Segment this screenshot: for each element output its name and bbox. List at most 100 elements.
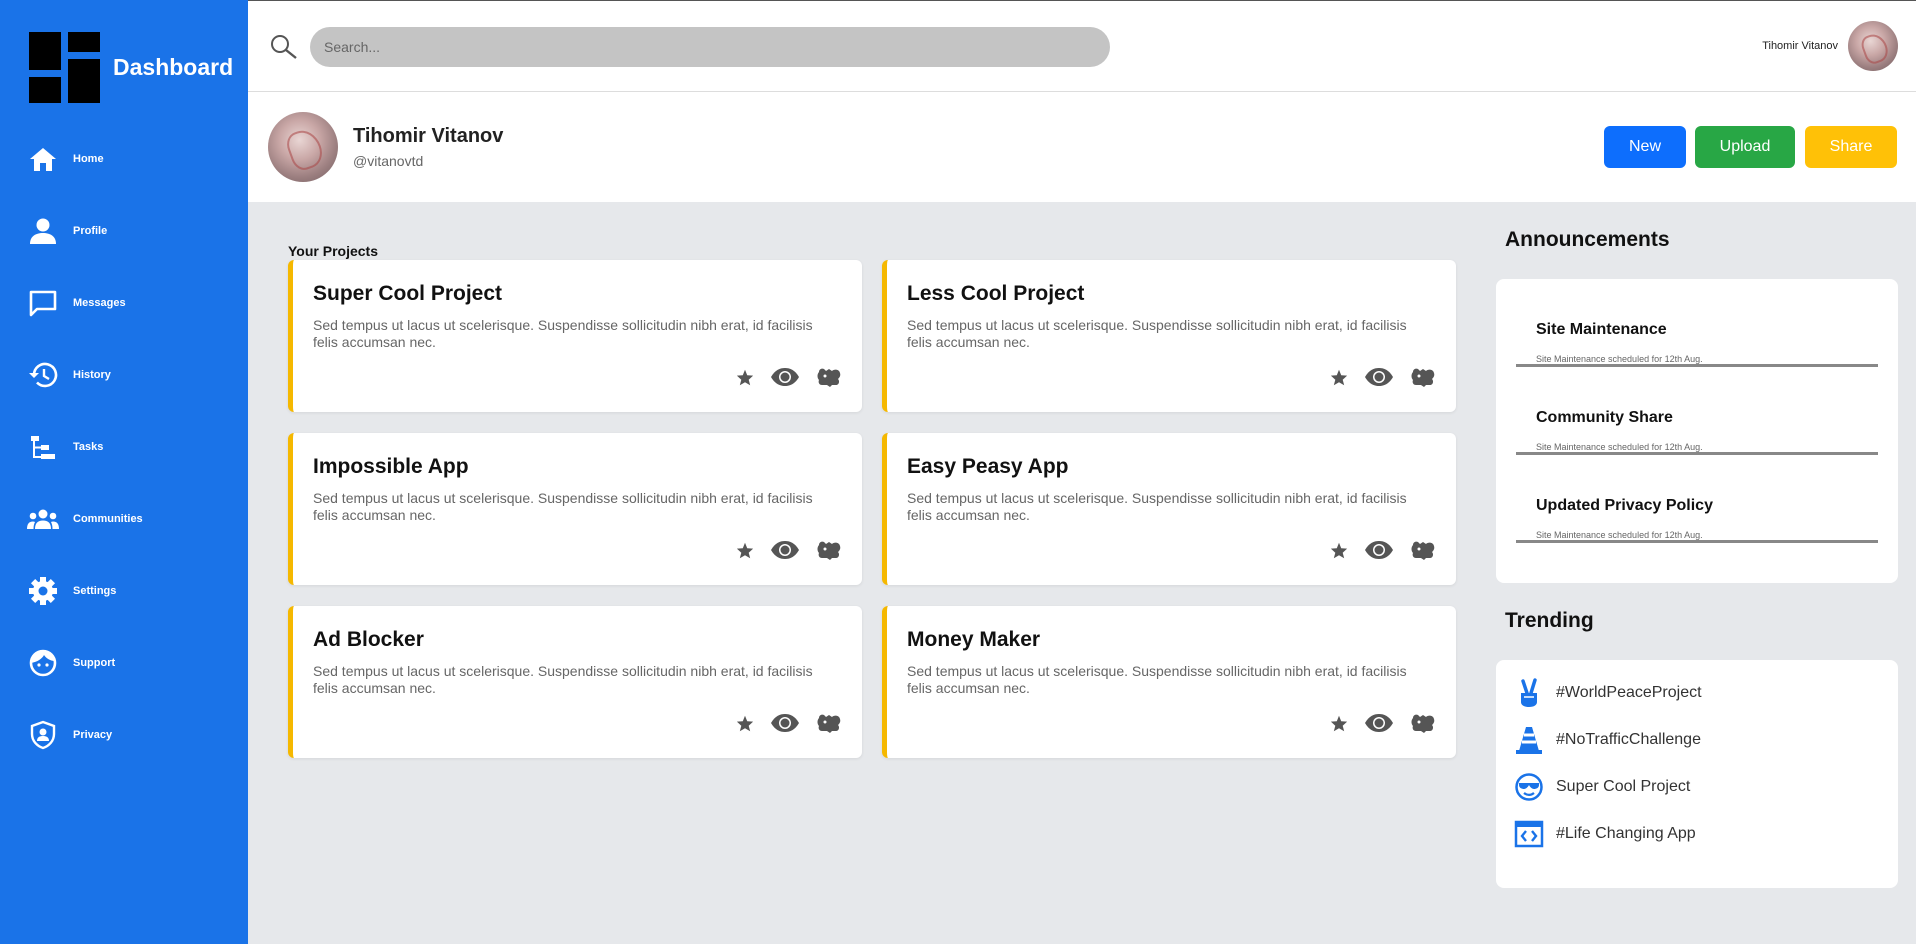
support-icon (27, 647, 59, 679)
upload-button[interactable]: Upload (1695, 126, 1795, 168)
eye-icon[interactable] (770, 367, 800, 387)
star-icon[interactable] (736, 715, 754, 732)
sidebar-item-label: Tasks (73, 441, 104, 453)
sidebar-item-settings[interactable]: Settings (27, 555, 143, 627)
fork-icon[interactable] (1410, 539, 1436, 561)
announcement-title: Community Share (1536, 409, 1673, 426)
project-actions (720, 366, 842, 388)
announcement-text: Site Maintenance scheduled for 12th Aug. (1536, 442, 1703, 452)
project-actions (1314, 366, 1436, 388)
announcements-title: Announcements (1505, 228, 1670, 251)
trending-item[interactable]: #NoTrafficChallenge (1514, 725, 1701, 755)
trending-item[interactable]: #Life Changing App (1514, 819, 1696, 849)
sidebar-item-messages[interactable]: Messages (27, 267, 143, 339)
project-card[interactable]: Easy Peasy App Sed tempus ut lacus ut sce… (882, 433, 1456, 585)
project-description: Sed tempus ut lacus ut scelerisque. Susp… (313, 317, 813, 350)
sidebar-item-label: Messages (73, 297, 126, 309)
traffic-cone-icon (1514, 725, 1544, 755)
trending-label: #WorldPeaceProject (1556, 684, 1702, 701)
project-title: Impossible App (313, 455, 469, 478)
sidebar-item-home[interactable]: Home (27, 123, 143, 195)
profile-avatar[interactable] (268, 112, 338, 182)
history-icon (27, 359, 59, 391)
eye-icon[interactable] (770, 540, 800, 560)
new-button[interactable]: New (1604, 126, 1686, 168)
sidebar-item-label: Support (73, 657, 116, 669)
fork-icon[interactable] (1410, 366, 1436, 388)
search-input[interactable] (310, 27, 1110, 67)
project-actions (720, 712, 842, 734)
star-icon[interactable] (1330, 715, 1348, 732)
tasks-icon (27, 431, 59, 463)
star-icon[interactable] (736, 542, 754, 559)
announcement-item[interactable]: Community Share Site Maintenance schedul… (1516, 367, 1878, 455)
project-card[interactable]: Super Cool Project Sed tempus ut lacus ut… (288, 260, 862, 412)
project-actions (1314, 712, 1436, 734)
sidebar-nav: Home Profile Messages History Tasks Comm… (27, 143, 143, 771)
avatar[interactable] (1848, 21, 1898, 71)
profile-handle: @vitanovtd (353, 153, 424, 169)
sidebar-item-privacy[interactable]: Privacy (27, 699, 143, 771)
announcement-text: Site Maintenance scheduled for 12th Aug. (1536, 530, 1703, 540)
brand[interactable]: Dashboard (29, 32, 233, 103)
star-icon[interactable] (1330, 542, 1348, 559)
fork-icon[interactable] (816, 366, 842, 388)
search-icon[interactable] (270, 34, 298, 65)
sidebar-item-tasks[interactable]: Tasks (27, 411, 143, 483)
home-icon (27, 143, 59, 175)
project-description: Sed tempus ut lacus ut scelerisque. Susp… (907, 663, 1407, 696)
project-card[interactable]: Less Cool Project Sed tempus ut lacus ut … (882, 260, 1456, 412)
sidebar-item-profile[interactable]: Profile (27, 195, 143, 267)
project-card[interactable]: Ad Blocker Sed tempus ut lacus ut sceleri… (288, 606, 862, 758)
profile-icon (27, 215, 59, 247)
sidebar-item-communities[interactable]: Communities (27, 483, 143, 555)
project-description: Sed tempus ut lacus ut scelerisque. Susp… (907, 490, 1407, 523)
project-description: Sed tempus ut lacus ut scelerisque. Susp… (907, 317, 1407, 350)
settings-icon (27, 575, 59, 607)
sidebar-item-label: Profile (73, 225, 108, 237)
project-title: Less Cool Project (907, 282, 1085, 305)
star-icon[interactable] (736, 369, 754, 386)
announcement-item[interactable]: Updated Privacy Policy Site Maintenance … (1516, 455, 1878, 543)
eye-icon[interactable] (1364, 713, 1394, 733)
star-icon[interactable] (1330, 369, 1348, 386)
eye-icon[interactable] (770, 713, 800, 733)
sidebar-item-history[interactable]: History (27, 339, 143, 411)
topbar: Tihomir Vitanov (248, 0, 1916, 92)
fork-icon[interactable] (816, 712, 842, 734)
projects-section-title: Your Projects (288, 243, 378, 259)
project-title: Easy Peasy App (907, 455, 1069, 478)
project-actions (1314, 539, 1436, 561)
sidebar-item-label: Communities (73, 513, 143, 525)
fork-icon[interactable] (816, 539, 842, 561)
announcement-title: Site Maintenance (1536, 321, 1667, 338)
sidebar-item-label: Home (73, 153, 104, 165)
trending-title: Trending (1505, 609, 1594, 632)
communities-icon (27, 503, 59, 535)
announcement-text: Site Maintenance scheduled for 12th Aug. (1536, 354, 1703, 364)
trending-label: Super Cool Project (1556, 778, 1691, 795)
privacy-icon (27, 719, 59, 751)
brand-title: Dashboard (113, 54, 234, 80)
project-description: Sed tempus ut lacus ut scelerisque. Susp… (313, 663, 813, 696)
trending-item[interactable]: Super Cool Project (1514, 772, 1690, 802)
trending-label: #Life Changing App (1556, 825, 1696, 842)
project-title: Ad Blocker (313, 628, 424, 651)
project-title: Super Cool Project (313, 282, 503, 305)
user-menu[interactable]: Tihomir Vitanov (1762, 21, 1898, 71)
sidebar-item-support[interactable]: Support (27, 627, 143, 699)
project-card[interactable]: Money Maker Sed tempus ut lacus ut sceler… (882, 606, 1456, 758)
share-button[interactable]: Share (1805, 126, 1897, 168)
top-user-name: Tihomir Vitanov (1762, 40, 1838, 52)
eye-icon[interactable] (1364, 540, 1394, 560)
trending-item[interactable]: #WorldPeaceProject (1514, 678, 1702, 708)
project-card[interactable]: Impossible App Sed tempus ut lacus ut sce… (288, 433, 862, 585)
fork-icon[interactable] (1410, 712, 1436, 734)
eye-icon[interactable] (1364, 367, 1394, 387)
peace-hand-icon (1514, 678, 1544, 708)
code-window-icon (1514, 819, 1544, 849)
announcement-item[interactable]: Site Maintenance Site Maintenance schedu… (1516, 279, 1878, 367)
announcement-title: Updated Privacy Policy (1536, 497, 1713, 514)
sidebar-item-label: Privacy (73, 729, 113, 741)
trending-label: #NoTrafficChallenge (1556, 731, 1701, 748)
